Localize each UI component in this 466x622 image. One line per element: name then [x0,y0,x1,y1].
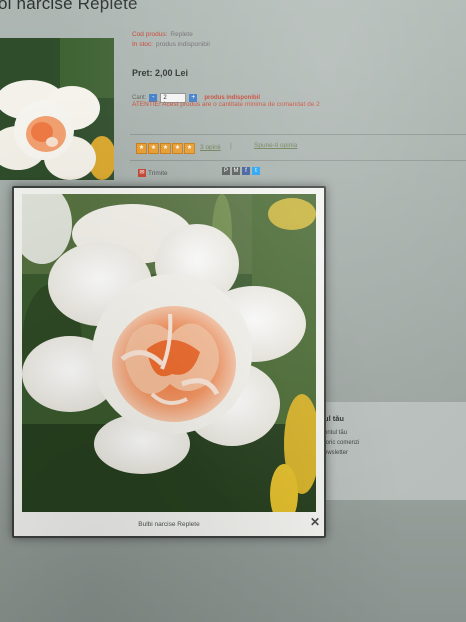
reviews-separator: | [230,143,232,150]
star-icon: ★ [160,143,171,154]
stock-label: In stoc: [132,41,153,48]
divider [130,134,466,135]
account-title: ul tău [324,414,344,423]
twitter-icon[interactable]: t [252,167,260,175]
send-icon: ✉ [138,169,146,177]
product-thumbnail[interactable] [0,38,114,180]
star-icon: ★ [148,143,159,154]
daffodil-photo [22,194,316,512]
stock-status: In stoc: produs indisponibil [132,41,210,48]
stock-value: produs indisponibil [155,41,210,48]
reviews-link[interactable]: 3 opinii [200,144,221,151]
share-icons: PMft [222,167,260,175]
star-icon: ★ [172,143,183,154]
order-history-link[interactable]: toric comenzi [324,440,359,446]
close-icon[interactable]: ✕ [310,516,320,528]
lightbox-caption: Bulbi narcise Replete [138,521,200,528]
send-label: Trimite [148,169,168,177]
screen: oi narcise Replete Cod produs: Replete In… [0,0,466,622]
print-icon[interactable]: P [222,167,230,175]
write-review-link[interactable]: Spune-ti opinia [254,142,297,149]
star-icon: ★ [184,143,195,154]
product-code-value: Replete [170,31,193,38]
account-link[interactable]: ontul tău [324,430,347,436]
newsletter-link[interactable]: ewsletter [324,450,348,456]
lightbox-image [22,194,316,512]
star-icon: ★ [136,143,147,154]
product-code: Cod produs: Replete [132,31,193,38]
product-price: Pret: 2,00 Lei [132,68,189,78]
page-title: oi narcise Replete [0,0,138,13]
image-lightbox: Bulbi narcise Replete ✕ [12,186,326,538]
product-code-label: Cod produs: [132,31,168,38]
facebook-icon[interactable]: f [242,167,250,175]
daffodil-thumbnail-image [0,38,114,180]
rating-stars: ★ ★ ★ ★ ★ [136,143,195,154]
send-to-friend-button[interactable]: ✉ Trimite [138,169,168,177]
email-icon[interactable]: M [232,167,240,175]
divider [130,160,466,161]
minimum-quantity-warning: ATENTIE! Acest produs are o cantitate mi… [132,101,320,108]
